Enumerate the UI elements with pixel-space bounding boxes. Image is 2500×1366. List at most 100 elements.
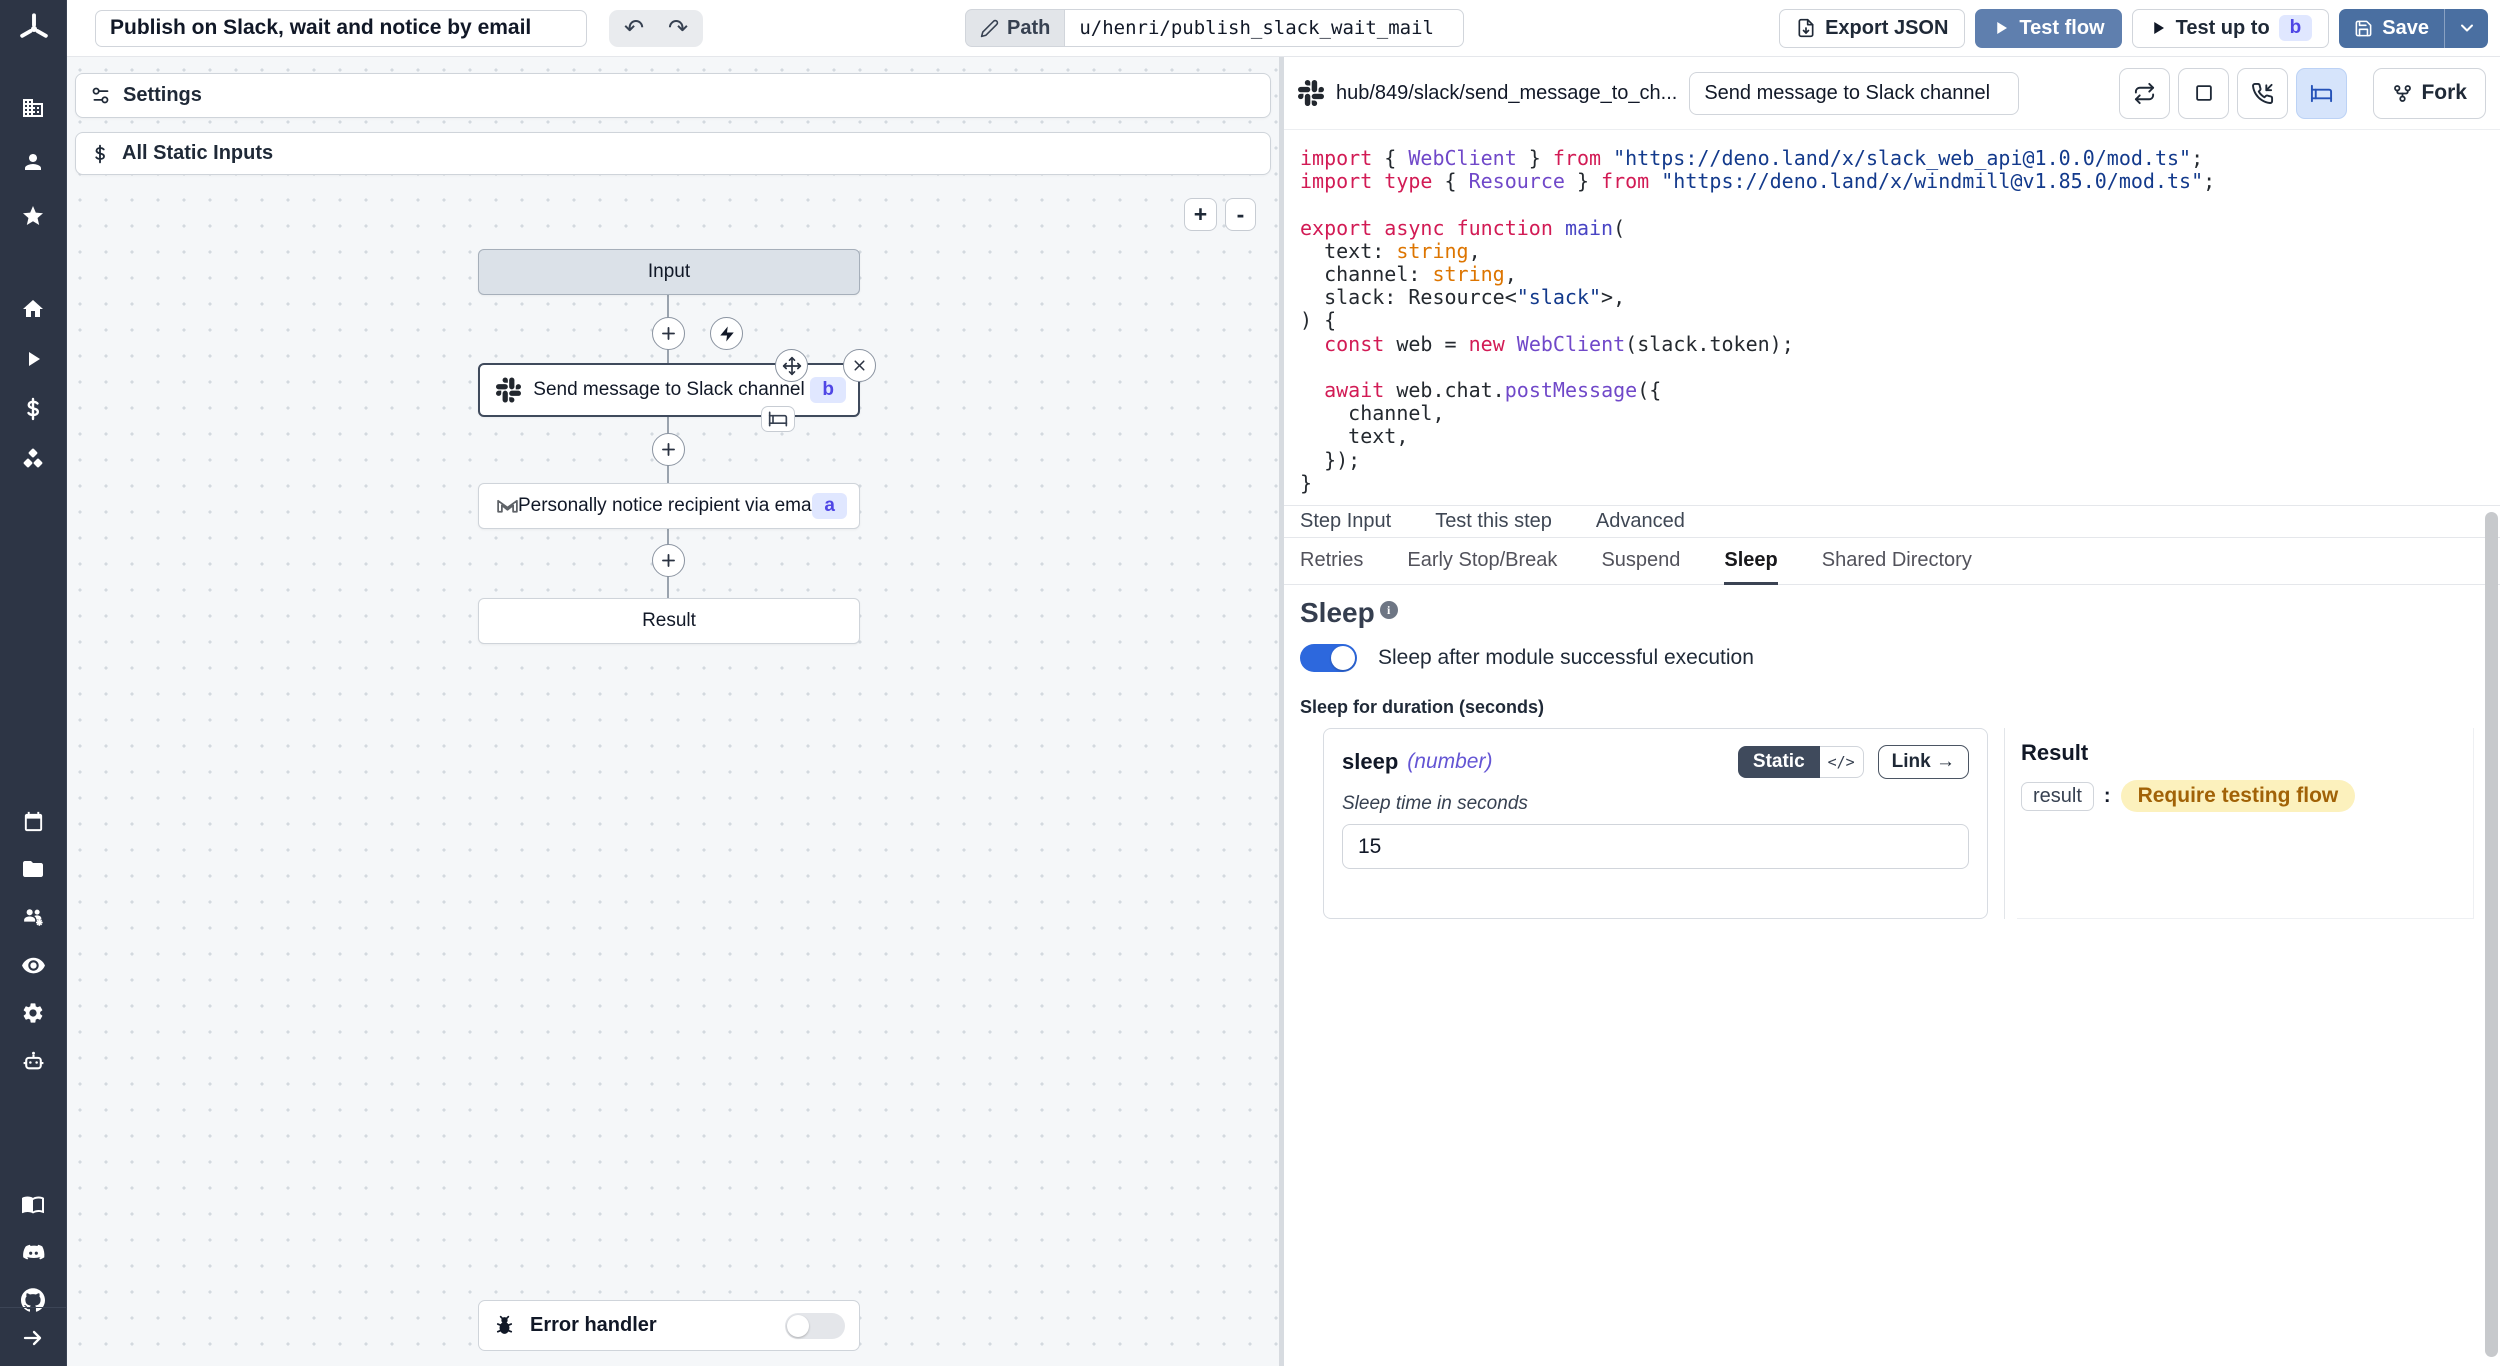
error-handler-node[interactable]: Error handler xyxy=(478,1300,860,1351)
tab-retries[interactable]: Retries xyxy=(1300,538,1363,585)
zoom-out-button[interactable]: - xyxy=(1225,198,1256,231)
export-json-label: Export JSON xyxy=(1825,17,1948,40)
tab-suspend[interactable]: Suspend xyxy=(1601,538,1680,585)
add-step-button[interactable] xyxy=(652,317,685,350)
path-input[interactable] xyxy=(1064,9,1464,47)
result-value-badge[interactable]: Require testing flow xyxy=(2121,780,2356,812)
sleep-toggle[interactable] xyxy=(1300,644,1357,672)
flow-title-input[interactable] xyxy=(95,10,587,47)
discord-icon[interactable] xyxy=(13,1232,53,1272)
result-heading: Result xyxy=(2021,740,2461,766)
flow-node-input[interactable]: Input xyxy=(478,249,860,295)
sleep-duration-label: Sleep for duration (seconds) xyxy=(1300,697,2474,718)
retries-repeat-icon-button[interactable] xyxy=(2119,68,2170,119)
flow-node-result[interactable]: Result xyxy=(478,598,860,644)
all-static-inputs-button[interactable]: All Static Inputs xyxy=(75,132,1271,175)
flow-node-result-label: Result xyxy=(642,610,696,632)
undo-redo-group: ↶ ↷ xyxy=(609,10,703,47)
save-button-group: Save xyxy=(2339,9,2488,48)
path-edit-button[interactable]: Path xyxy=(965,9,1064,47)
settings-gear-icon[interactable] xyxy=(13,993,53,1033)
add-step-button[interactable] xyxy=(652,433,685,466)
step-tabs-primary: Step Input Test this step Advanced xyxy=(1284,505,2500,538)
move-step-button[interactable] xyxy=(775,349,808,382)
sidebar xyxy=(0,0,67,1366)
fork-label: Fork xyxy=(2421,81,2467,105)
save-button[interactable]: Save xyxy=(2339,9,2444,48)
step-tabs-advanced: Retries Early Stop/Break Suspend Sleep Share… xyxy=(1284,538,2500,585)
early-stop-square-icon-button[interactable] xyxy=(2178,68,2229,119)
tab-advanced[interactable]: Advanced xyxy=(1596,506,1685,537)
dollar-icon xyxy=(90,144,110,164)
resources-boxes-icon[interactable] xyxy=(13,439,53,479)
sleep-bed-icon[interactable] xyxy=(761,406,795,432)
schedules-calendar-icon[interactable] xyxy=(13,801,53,841)
workers-users-gear-icon[interactable] xyxy=(13,897,53,937)
test-flow-button[interactable]: Test flow xyxy=(1975,9,2121,48)
pencil-icon xyxy=(980,19,999,38)
code-line: } xyxy=(1300,472,2500,495)
step-id-badge: b xyxy=(810,377,846,403)
undo-button[interactable]: ↶ xyxy=(612,13,656,44)
export-json-button[interactable]: Export JSON xyxy=(1779,9,1965,48)
step-name-input[interactable] xyxy=(1689,72,2019,115)
test-up-to-button[interactable]: Test up to b xyxy=(2132,9,2330,48)
tab-sleep[interactable]: Sleep xyxy=(1724,538,1777,585)
add-step-button[interactable] xyxy=(652,544,685,577)
all-static-inputs-label: All Static Inputs xyxy=(122,142,273,165)
tab-step-input[interactable]: Step Input xyxy=(1300,506,1391,537)
save-floppy-icon xyxy=(2354,19,2373,38)
user-icon[interactable] xyxy=(13,142,53,182)
step-detail-panel: hub/849/slack/send_message_to_ch... Fork… xyxy=(1284,57,2500,1366)
code-mode-button[interactable]: </> xyxy=(1820,746,1864,778)
gmail-icon xyxy=(495,494,520,519)
tab-early-stop-break[interactable]: Early Stop/Break xyxy=(1407,538,1557,585)
home-icon[interactable] xyxy=(13,289,53,329)
collapse-arrow-right-icon[interactable] xyxy=(13,1318,53,1358)
code-line: text: string, xyxy=(1300,240,2500,263)
save-label: Save xyxy=(2382,17,2429,40)
flow-settings-button[interactable]: Settings xyxy=(75,73,1271,118)
delete-step-button[interactable] xyxy=(843,349,876,382)
docs-book-icon[interactable] xyxy=(13,1184,53,1224)
result-key-pill: result xyxy=(2021,782,2094,811)
workspace-icon[interactable] xyxy=(13,88,53,128)
result-pane: Result result : Require testing flow xyxy=(2017,728,2474,919)
sleep-toggle-label: Sleep after module successful execution xyxy=(1378,646,1754,670)
sleep-bed-icon-button[interactable] xyxy=(2296,68,2347,119)
sleep-section: Sleep i Sleep after module successful ex… xyxy=(1300,597,2474,919)
flow-node-email-step[interactable]: Personally notice recipient via email a xyxy=(478,483,860,529)
flow-canvas[interactable]: Settings All Static Inputs + - Input Sen… xyxy=(67,57,1279,1366)
panel-splitter[interactable] xyxy=(1279,57,1284,1366)
code-line: channel: string, xyxy=(1300,263,2500,286)
folders-icon[interactable] xyxy=(13,849,53,889)
sleep-seconds-input[interactable] xyxy=(1342,824,1969,869)
windmill-logo-icon[interactable] xyxy=(0,8,67,50)
error-handler-toggle[interactable] xyxy=(785,1313,845,1339)
save-dropdown-button[interactable] xyxy=(2444,9,2488,48)
topbar-actions: Export JSON Test flow Test up to b Save xyxy=(1779,9,2488,48)
hub-script-path[interactable]: hub/849/slack/send_message_to_ch... xyxy=(1336,82,1677,105)
link-button[interactable]: Link → xyxy=(1878,745,1969,779)
ai-robot-icon[interactable] xyxy=(13,1041,53,1081)
runs-play-icon[interactable] xyxy=(13,339,53,379)
tab-shared-directory[interactable]: Shared Directory xyxy=(1822,538,1972,585)
fork-button[interactable]: Fork xyxy=(2373,68,2486,119)
trigger-bolt-button[interactable] xyxy=(710,317,743,350)
suspend-phone-incoming-icon-button[interactable] xyxy=(2237,68,2288,119)
step-id-badge: a xyxy=(812,493,847,519)
code-editor[interactable]: import { WebClient } from "https://deno.… xyxy=(1284,130,2500,505)
redo-button[interactable]: ↷ xyxy=(656,13,700,44)
variables-dollar-icon[interactable] xyxy=(13,389,53,429)
info-icon[interactable]: i xyxy=(1380,601,1398,619)
file-export-icon xyxy=(1796,18,1816,38)
code-line: const web = new WebClient(slack.token); xyxy=(1300,333,2500,356)
star-icon[interactable] xyxy=(13,196,53,236)
vertical-scrollbar[interactable] xyxy=(2485,512,2498,1357)
flow-settings-label: Settings xyxy=(123,84,202,107)
zoom-in-button[interactable]: + xyxy=(1184,198,1217,231)
tab-test-this-step[interactable]: Test this step xyxy=(1435,506,1552,537)
audit-eye-icon[interactable] xyxy=(13,945,53,985)
sleep-field-name: sleep xyxy=(1342,749,1398,775)
static-mode-button[interactable]: Static xyxy=(1738,746,1820,778)
